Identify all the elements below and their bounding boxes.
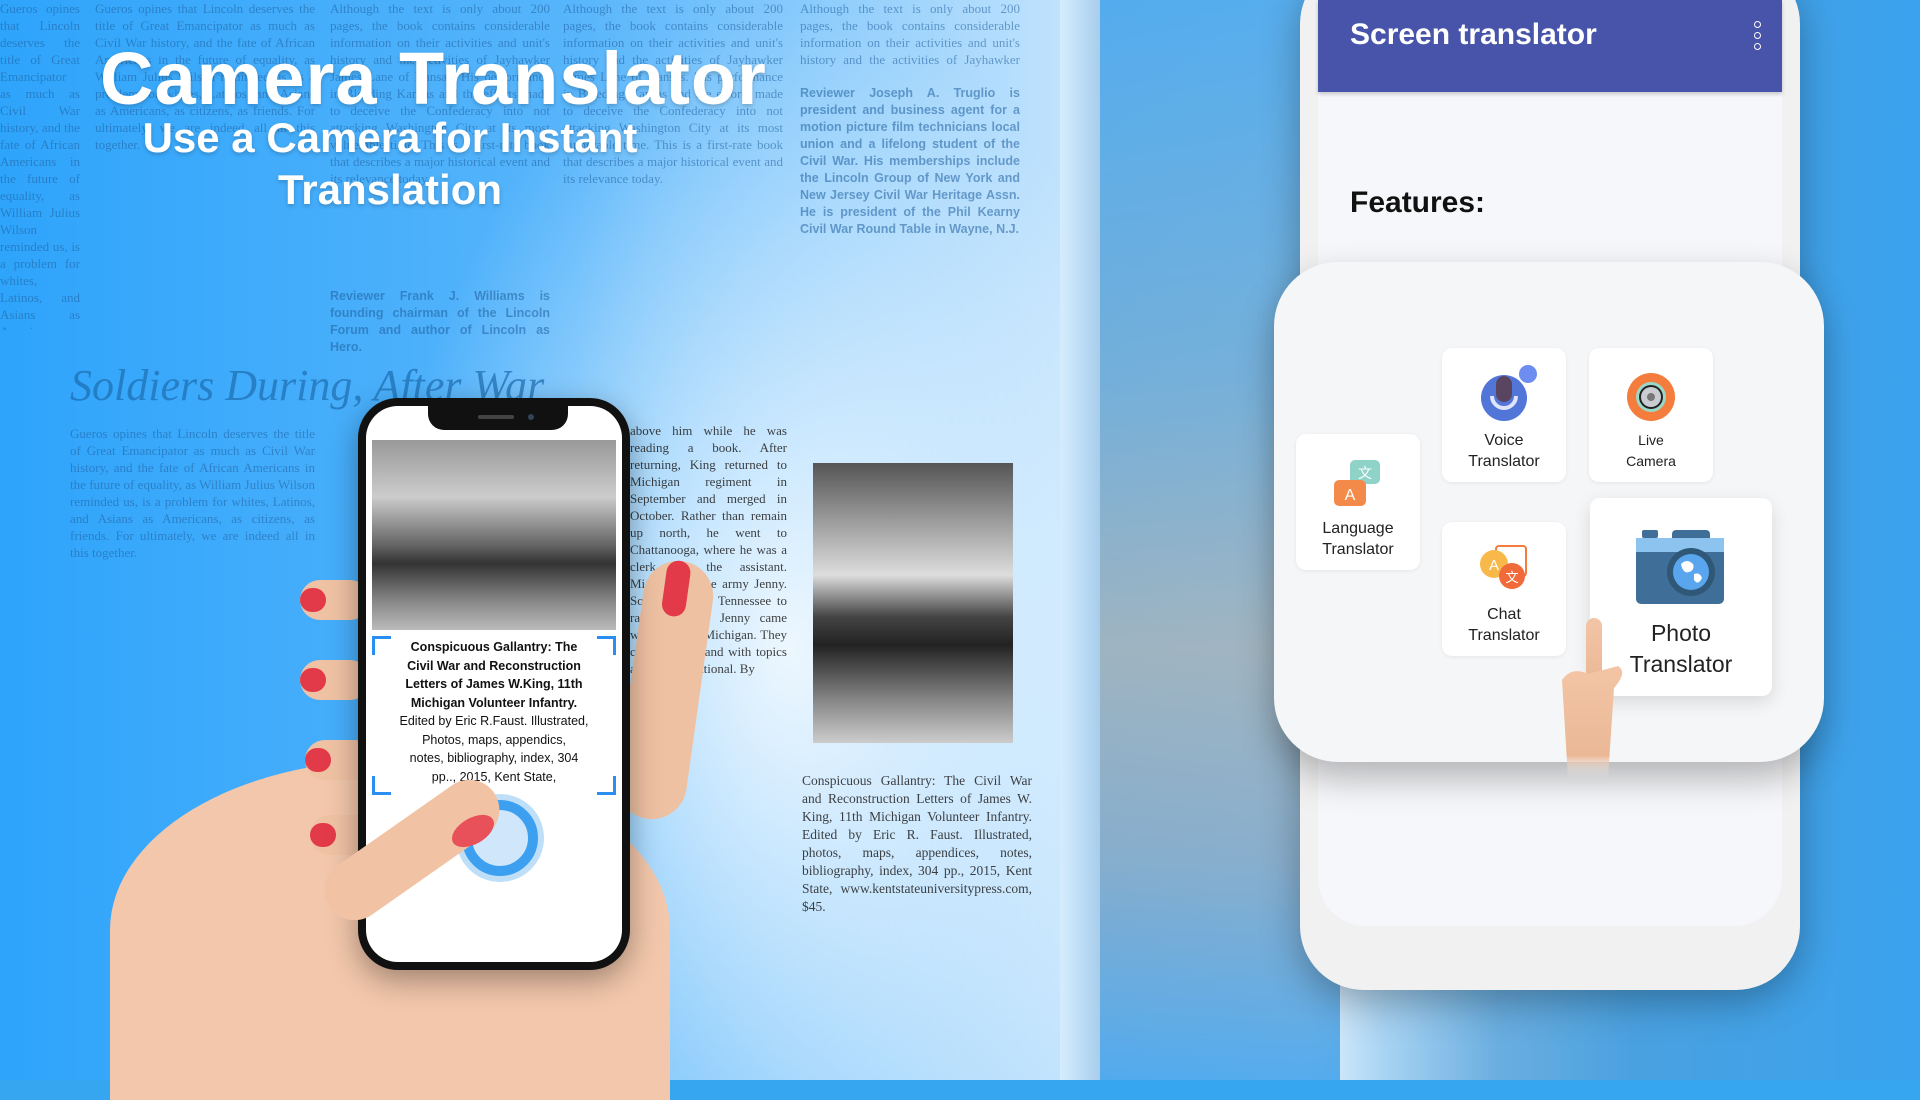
svg-text:A: A: [1489, 557, 1499, 574]
scanned-line: pp.., 2015, Kent State,: [431, 769, 557, 784]
page-edge: [1060, 0, 1100, 1080]
pointing-hand: [1562, 618, 1623, 778]
news-column-right-top: Although the text is only about 200 page…: [800, 1, 1020, 70]
finger-nail: [310, 823, 336, 847]
label-line: Translator: [1468, 627, 1540, 644]
label-line: Translator: [1468, 453, 1540, 470]
hero-title: Camera Translator: [100, 37, 767, 120]
feature-live-camera[interactable]: Live Camera: [1589, 348, 1713, 482]
reviewer-williams-note: Reviewer Frank J. Williams is founding c…: [330, 289, 550, 354]
chat-translate-icon: A 文: [1480, 545, 1527, 589]
speaker: [478, 415, 514, 419]
photo-camera-globe-icon: [1636, 530, 1724, 604]
finger-nail: [305, 748, 331, 772]
svg-text:A: A: [1345, 487, 1356, 504]
microphone-icon: [1481, 365, 1537, 421]
svg-text:文: 文: [1505, 570, 1518, 585]
features-heading: Features:: [1350, 186, 1486, 219]
finger-nail: [300, 588, 326, 612]
scanned-photo-soldiers: [372, 440, 616, 630]
scanned-line: Michigan Volunteer Infantry.: [410, 695, 578, 710]
scanned-line: Letters of James W.King, 11th: [405, 677, 583, 691]
book-citation: Conspicuous Gallantry: The Civil War and…: [802, 773, 1032, 914]
newspaper-photo-soldiers: [813, 463, 1013, 743]
label-line: Voice: [1484, 432, 1524, 449]
label-line: Translator: [1322, 541, 1394, 558]
news-column-edge: Gueros opines that Lincoln deserves the …: [0, 1, 80, 330]
svg-text:文: 文: [1358, 465, 1372, 481]
scanned-line: Edited by Eric R.Faust. Illustrated,: [399, 714, 589, 728]
label-line: Chat: [1487, 606, 1521, 623]
feature-label: Voice Translator: [1442, 430, 1566, 472]
hero-subtitle-line1: Use a Camera for Instant: [142, 114, 638, 161]
overflow-menu-icon[interactable]: [1750, 18, 1764, 54]
label-line: Live: [1638, 432, 1664, 448]
finger-nail: [300, 668, 326, 692]
phone-notch: [428, 406, 568, 430]
scanned-line: Photos, maps, appendics,: [422, 732, 566, 747]
feature-language-translator[interactable]: 文 A Language Translator: [1296, 434, 1420, 570]
camera-lens-icon: [1627, 373, 1675, 421]
hero-subtitle-line2: Translation: [277, 166, 503, 213]
feature-label: Live Camera: [1589, 430, 1713, 472]
feature-label: Chat Translator: [1442, 604, 1566, 646]
language-translate-icon: 文 A: [1334, 460, 1380, 506]
scanned-line: notes, bibliography, index, 304: [409, 751, 579, 765]
hero-subtitle: Use a Camera for Instant Translation: [110, 112, 670, 216]
feature-label: Language Translator: [1296, 518, 1420, 560]
front-camera: [528, 414, 534, 420]
thumb-nail: [660, 559, 693, 618]
app-bar: Screen translator: [1318, 0, 1782, 92]
scanned-line: Conspicuous Gallantry: The: [410, 640, 578, 654]
feature-voice-translator[interactable]: Voice Translator: [1442, 348, 1566, 482]
label-line: Camera: [1626, 453, 1676, 469]
features-card: 文 A Language Translator Voice Translator L…: [1274, 262, 1824, 762]
feature-chat-translator[interactable]: A 文 Chat Translator: [1442, 522, 1566, 656]
app-title: Screen translator: [1350, 18, 1597, 51]
label-line: Language: [1322, 520, 1394, 537]
scanned-text: Conspicuous Gallantry: The Civil War and…: [378, 638, 610, 786]
reviewer-truglio-note: Reviewer Joseph A. Truglio is president …: [800, 86, 1020, 236]
scanned-line: Civil War and Reconstruction: [407, 658, 581, 673]
